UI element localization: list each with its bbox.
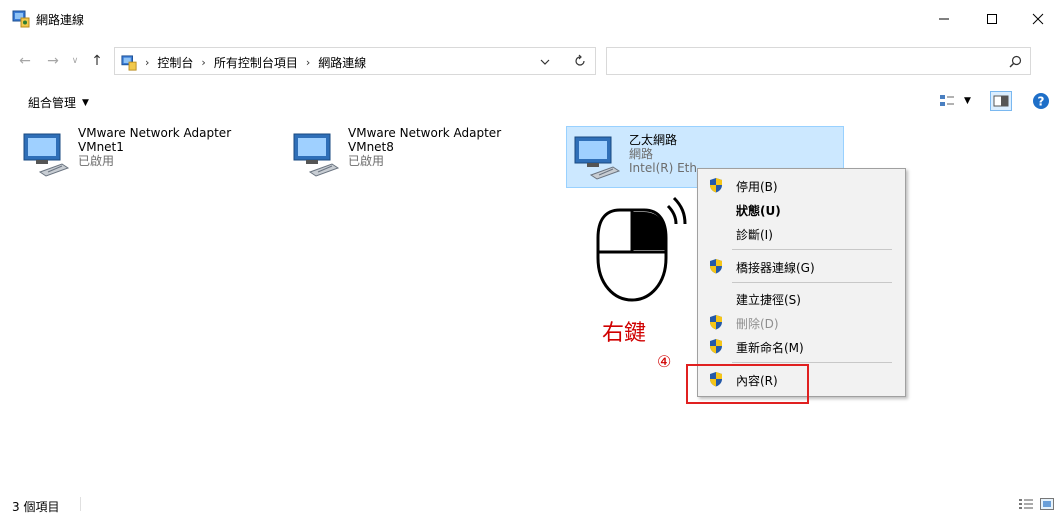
menu-separator — [732, 362, 892, 363]
address-bar[interactable]: › 控制台 › 所有控制台項目 › 網路連線 — [114, 47, 596, 75]
network-adapter-icon — [23, 133, 70, 177]
breadcrumb-item-network-connections[interactable]: 網路連線 — [318, 54, 366, 71]
connection-network: 網路 — [629, 147, 654, 161]
step-number-annotation: ④ — [657, 352, 672, 371]
recent-locations-button[interactable]: ∨ — [66, 52, 84, 70]
uac-shield-icon — [710, 178, 722, 193]
breadcrumb-item-all-items[interactable]: 所有控制台項目 — [214, 54, 298, 71]
svg-text:?: ? — [1038, 95, 1045, 109]
menu-item-delete[interactable]: 刪除(D) — [700, 310, 903, 334]
menu-item-diagnose[interactable]: 診斷(I) — [700, 221, 903, 245]
connection-labels: 乙太網路 網路 Intel(R) Eth — [629, 133, 697, 175]
window-title: 網路連線 — [36, 13, 85, 27]
address-history-chevron-icon[interactable] — [539, 56, 551, 68]
breadcrumb: › 控制台 › 所有控制台項目 › 網路連線 — [121, 54, 366, 71]
large-icons-view-icon[interactable] — [1040, 498, 1054, 510]
uac-shield-icon — [710, 315, 722, 330]
connection-name: VMware Network Adapter — [348, 126, 502, 140]
network-adapter-icon — [574, 136, 621, 180]
close-button[interactable] — [1016, 4, 1060, 34]
menu-label: 刪除(D) — [736, 317, 779, 331]
refresh-icon[interactable] — [573, 54, 587, 68]
up-arrow-icon: ↑ — [91, 53, 103, 69]
breadcrumb-separator: › — [145, 56, 150, 69]
search-icon — [1009, 55, 1022, 68]
command-toolbar: 組合管理 ▼ ▼ ? — [0, 86, 1061, 116]
menu-label: 重新命名(M) — [736, 341, 804, 355]
menu-item-disable[interactable]: 停用(B) — [700, 173, 903, 197]
connection-labels: VMware Network Adapter VMnet1 已啟用 — [78, 126, 231, 168]
preview-pane-icon[interactable] — [990, 91, 1012, 111]
status-divider — [80, 497, 81, 511]
connection-status: 已啟用 — [348, 154, 385, 168]
menu-separator — [732, 249, 892, 250]
connection-name: VMware Network Adapter — [78, 126, 232, 140]
forward-button[interactable]: → — [44, 52, 62, 70]
breadcrumb-item-control-panel[interactable]: 控制台 — [157, 54, 193, 71]
connection-labels: VMware Network Adapter VMnet8 已啟用 — [348, 126, 501, 168]
properties-highlight-box — [686, 364, 809, 404]
connection-item-vmnet8[interactable]: VMware Network Adapter VMnet8 已啟用 — [292, 124, 542, 192]
organize-button[interactable]: 組合管理 ▼ — [28, 94, 89, 111]
view-options-icon[interactable] — [938, 92, 956, 110]
view-dropdown-icon[interactable]: ▼ — [964, 96, 971, 106]
context-menu: 停用(B) 狀態(U) 診斷(I) 橋接器連線(G) 建立捷徑(S) 刪除(D)… — [697, 168, 906, 397]
menu-item-bridge-connections[interactable]: 橋接器連線(G) — [700, 254, 903, 278]
network-connections-icon — [12, 10, 30, 28]
connection-device: Intel(R) Eth — [629, 161, 697, 175]
menu-item-create-shortcut[interactable]: 建立捷徑(S) — [700, 286, 903, 310]
details-view-icon[interactable] — [1019, 498, 1033, 510]
menu-separator — [732, 282, 892, 283]
menu-label: 停用(B) — [736, 180, 778, 194]
right-click-annotation: 右鍵 — [602, 321, 647, 346]
forward-arrow-icon: → — [47, 53, 59, 69]
address-row: ← → ∨ ↑ › 控制台 › 所有控制台項目 › 網路連線 — [0, 44, 1061, 78]
up-button[interactable]: ↑ — [88, 52, 106, 70]
dropdown-arrow-icon: ▼ — [82, 97, 89, 108]
item-count: 3 個項目 — [12, 500, 60, 514]
menu-item-rename[interactable]: 重新命名(M) — [700, 334, 903, 358]
menu-item-status[interactable]: 狀態(U) — [700, 197, 903, 221]
menu-label: 診斷(I) — [736, 228, 773, 242]
breadcrumb-separator: › — [201, 56, 206, 69]
menu-label: 建立捷徑(S) — [736, 293, 801, 307]
breadcrumb-separator: › — [305, 56, 311, 69]
search-input[interactable] — [606, 47, 1031, 75]
chevron-down-icon: ∨ — [71, 56, 79, 66]
maximize-button[interactable] — [970, 4, 1014, 34]
connection-status: 已啟用 — [78, 154, 115, 168]
minimize-button[interactable] — [922, 4, 966, 34]
organize-label: 組合管理 — [28, 96, 77, 110]
close-icon — [1032, 13, 1044, 25]
help-icon[interactable]: ? — [1032, 92, 1050, 110]
minimize-icon — [939, 18, 949, 20]
title-bar: 網路連線 — [0, 0, 1061, 38]
control-panel-icon — [121, 54, 137, 71]
mouse-right-click-icon — [596, 196, 687, 302]
menu-label: 狀態(U) — [736, 204, 781, 218]
uac-shield-icon — [710, 339, 722, 354]
connection-item-vmnet1[interactable]: VMware Network Adapter VMnet1 已啟用 — [22, 124, 272, 192]
maximize-icon — [987, 14, 997, 24]
connection-name: 乙太網路 — [629, 133, 678, 147]
connection-device: VMnet1 — [78, 140, 124, 154]
uac-shield-icon — [710, 259, 722, 274]
connection-device: VMnet8 — [348, 140, 394, 154]
back-button[interactable]: ← — [16, 52, 34, 70]
status-bar: 3 個項目 — [0, 494, 1061, 514]
back-arrow-icon: ← — [19, 53, 31, 69]
menu-label: 橋接器連線(G) — [736, 261, 815, 275]
network-adapter-icon — [293, 133, 340, 177]
